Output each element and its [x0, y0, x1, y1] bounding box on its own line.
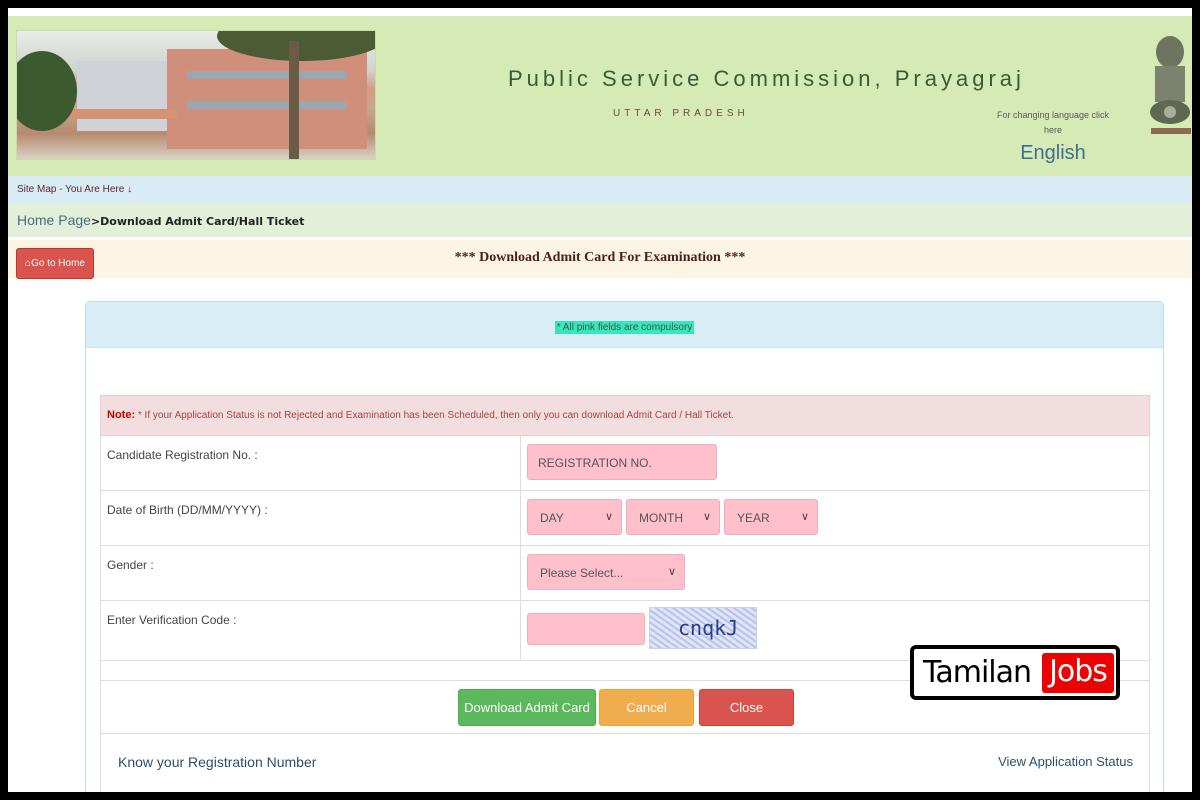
- captcha-image: cnqkJ: [649, 607, 757, 649]
- captcha-label: Enter Verification Code :: [101, 601, 521, 660]
- gender-value: Please Select...: [540, 566, 624, 580]
- watermark-logo: Tamilan Jobs: [910, 645, 1120, 700]
- site-subtitle: UTTAR PRADESH: [613, 108, 749, 119]
- note-label: Note:: [107, 409, 136, 421]
- close-button[interactable]: Close: [699, 689, 794, 726]
- admit-card-panel: * All pink fields are compulsory Note: *…: [85, 301, 1164, 792]
- watermark-text: Tamilan: [923, 655, 1032, 690]
- sitemap-label[interactable]: Site Map - You Are Here ↓: [17, 184, 132, 195]
- registration-label: Candidate Registration No. :: [101, 436, 521, 490]
- links-row: Know your Registration Number View Appli…: [100, 734, 1150, 792]
- breadcrumb-home-link[interactable]: Home Page: [17, 212, 91, 228]
- site-header: Public Service Commission, Prayagraj UTT…: [8, 16, 1192, 176]
- breadcrumb-current: Download Admit Card/Hall Ticket: [100, 215, 305, 228]
- registration-input[interactable]: REGISTRATION NO.: [527, 444, 717, 480]
- captcha-input[interactable]: [527, 613, 645, 645]
- note-box: Note: * If your Application Status is no…: [100, 395, 1150, 436]
- admit-card-form: Note: * If your Application Status is no…: [100, 395, 1150, 792]
- page-frame: Public Service Commission, Prayagraj UTT…: [8, 8, 1192, 792]
- dob-year-value: YEAR: [737, 511, 770, 525]
- chevron-down-icon: ∨: [800, 511, 809, 523]
- dob-year-select[interactable]: YEAR ∨: [724, 499, 818, 535]
- view-application-status-link[interactable]: View Application Status: [998, 754, 1133, 769]
- note-text: * If your Application Status is not Reje…: [135, 410, 734, 421]
- site-title: Public Service Commission, Prayagraj: [508, 66, 1025, 91]
- breadcrumb-separator: >: [90, 215, 101, 228]
- heading-bar: *** Download Admit Card For Examination …: [8, 240, 1192, 279]
- gender-select[interactable]: Please Select... ∨: [527, 554, 685, 590]
- language-prompt: For changing language click here: [996, 110, 1110, 135]
- cancel-button[interactable]: Cancel: [599, 689, 694, 726]
- dob-month-value: MONTH: [639, 511, 683, 525]
- dob-month-select[interactable]: MONTH ∨: [626, 499, 720, 535]
- form-row-registration: Candidate Registration No. : REGISTRATIO…: [100, 436, 1150, 491]
- watermark-highlight: Jobs: [1042, 653, 1114, 693]
- sitemap-bar: Site Map - You Are Here ↓: [8, 176, 1192, 203]
- state-emblem-icon: [1150, 36, 1191, 134]
- go-to-home-label: Go to Home: [31, 258, 85, 269]
- go-to-home-button[interactable]: ⌂Go to Home: [16, 248, 94, 279]
- know-registration-link[interactable]: Know your Registration Number: [118, 754, 316, 770]
- page-heading: *** Download Admit Card For Examination …: [454, 250, 746, 265]
- dob-day-value: DAY: [540, 511, 564, 525]
- gender-label: Gender :: [101, 546, 521, 600]
- chevron-down-icon: ∨: [702, 511, 711, 523]
- dob-label: Date of Birth (DD/MM/YYYY) :: [101, 491, 521, 545]
- breadcrumb: Home Page>Download Admit Card/Hall Ticke…: [8, 203, 1192, 237]
- building-photo: [16, 30, 376, 160]
- language-link-english[interactable]: English: [990, 142, 1116, 165]
- dob-day-select[interactable]: DAY ∨: [527, 499, 622, 535]
- chevron-down-icon: ∨: [604, 511, 613, 523]
- form-row-gender: Gender : Please Select... ∨: [100, 546, 1150, 601]
- download-admit-card-button[interactable]: Download Admit Card: [458, 689, 596, 726]
- panel-header: * All pink fields are compulsory: [86, 302, 1163, 348]
- compulsory-hint: * All pink fields are compulsory: [554, 321, 695, 334]
- form-row-dob: Date of Birth (DD/MM/YYYY) : DAY ∨ MONTH ∨…: [100, 491, 1150, 546]
- chevron-down-icon: ∨: [667, 566, 676, 578]
